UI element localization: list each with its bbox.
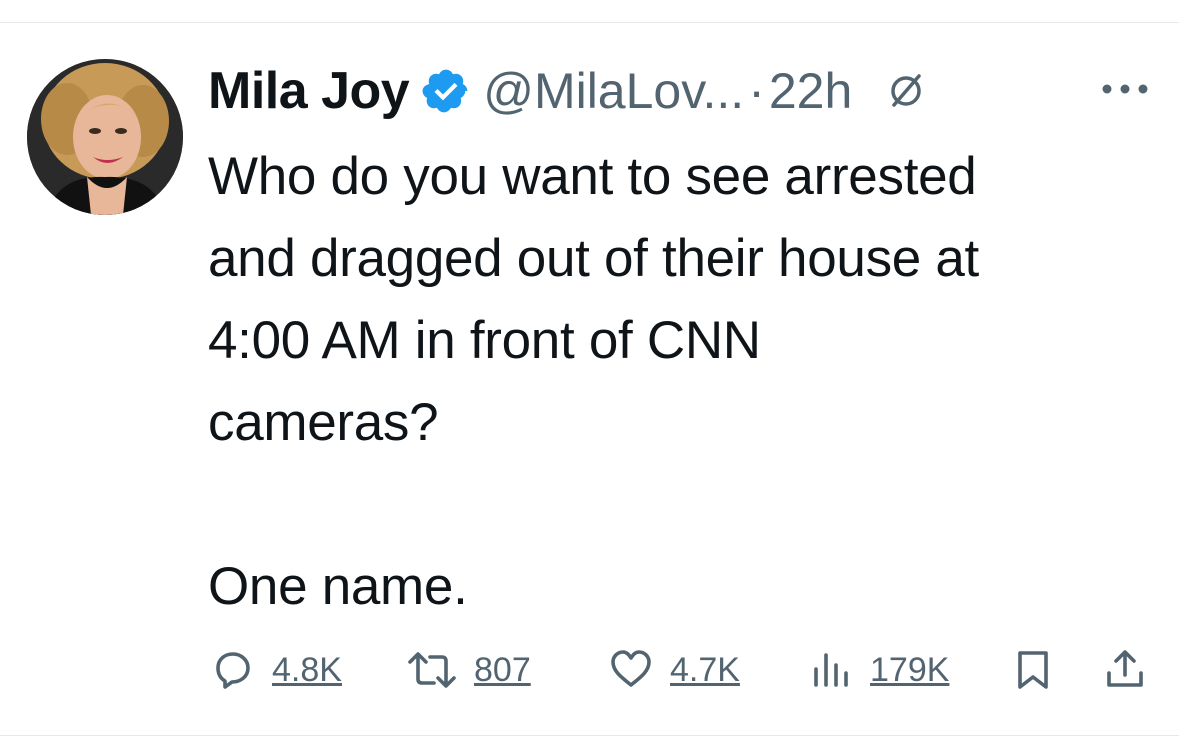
bookmark-icon xyxy=(1010,647,1056,693)
repost-count[interactable]: 807 xyxy=(474,651,531,690)
author-name[interactable]: Mila Joy xyxy=(208,61,410,121)
reply-count[interactable]: 4.8K xyxy=(272,651,342,690)
tweet-text: Who do you want to see arrested and drag… xyxy=(208,147,979,616)
share-button[interactable] xyxy=(1102,640,1148,700)
more-icon[interactable] xyxy=(1100,82,1150,94)
like-button[interactable]: 4.7K xyxy=(608,640,740,700)
action-bar: 4.8K 807 4.7K 179K xyxy=(210,640,1170,700)
timestamp[interactable]: 22h xyxy=(769,62,852,120)
author-handle[interactable]: @MilaLov... xyxy=(483,62,744,120)
verified-badge-icon xyxy=(421,66,471,116)
bookmark-button[interactable] xyxy=(1010,640,1056,700)
top-divider xyxy=(0,22,1179,23)
share-icon xyxy=(1102,647,1148,693)
like-count[interactable]: 4.7K xyxy=(670,651,740,690)
reply-icon xyxy=(210,647,256,693)
bottom-divider xyxy=(0,735,1179,736)
views-chart-icon xyxy=(808,647,854,693)
repost-icon xyxy=(406,647,458,693)
reply-button[interactable]: 4.8K xyxy=(210,640,342,700)
views-button[interactable]: 179K xyxy=(808,640,949,700)
views-count[interactable]: 179K xyxy=(870,651,949,690)
tweet-header: Mila Joy @MilaLov... · 22h xyxy=(208,56,926,126)
grok-icon[interactable] xyxy=(886,71,926,111)
heart-icon xyxy=(608,647,654,693)
separator-dot: · xyxy=(748,63,765,119)
avatar-image xyxy=(27,59,183,215)
avatar[interactable] xyxy=(27,59,183,215)
repost-button[interactable]: 807 xyxy=(406,640,531,700)
